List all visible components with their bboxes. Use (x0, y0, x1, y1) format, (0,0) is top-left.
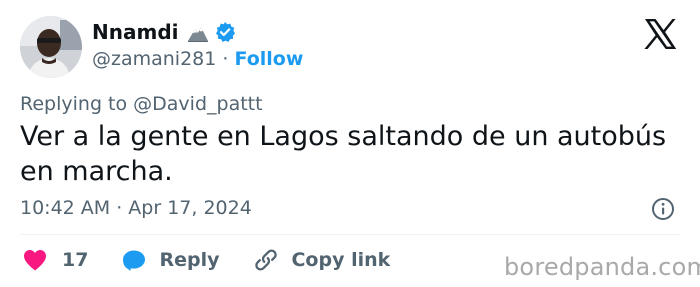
author-handle-row: @zamani281 · Follow (92, 47, 303, 71)
author-name-row: Nnamdi (92, 18, 236, 46)
info-icon[interactable] (651, 197, 675, 221)
mountain-emoji-icon (188, 27, 209, 42)
handle-separator: · (222, 48, 235, 70)
like-count: 17 (62, 249, 89, 271)
link-icon (255, 249, 278, 271)
reply-label: Reply (159, 249, 220, 271)
copy-link-label: Copy link (291, 249, 391, 271)
tweet-text: Ver a la gente en Lagos saltando de un a… (20, 121, 667, 187)
reply-bubble-icon (123, 250, 146, 271)
tweet-timestamp[interactable]: 10:42 AM · Apr 17, 2024 (20, 196, 252, 220)
divider (20, 234, 680, 235)
tweet-actions: 17 Reply Copy link (22, 246, 390, 274)
author-display-name[interactable]: Nnamdi (92, 20, 178, 44)
reply-context[interactable]: Replying to @David_pattt (20, 92, 263, 116)
x-logo-icon[interactable] (643, 18, 677, 50)
avatar-photo (20, 16, 82, 78)
watermark: boredpanda.com (504, 253, 700, 281)
follow-button[interactable]: Follow (235, 48, 304, 70)
avatar[interactable] (20, 16, 82, 78)
like-button[interactable]: 17 (22, 248, 88, 272)
heart-icon (24, 250, 46, 271)
copy-link-button[interactable]: Copy link (253, 247, 390, 273)
verified-badge-icon (216, 22, 236, 42)
reply-button[interactable]: Reply (121, 248, 219, 272)
author-handle[interactable]: @zamani281 (92, 48, 216, 70)
tweet-card: Nnamdi @zamani281 · Follow Replying to @… (0, 0, 700, 287)
